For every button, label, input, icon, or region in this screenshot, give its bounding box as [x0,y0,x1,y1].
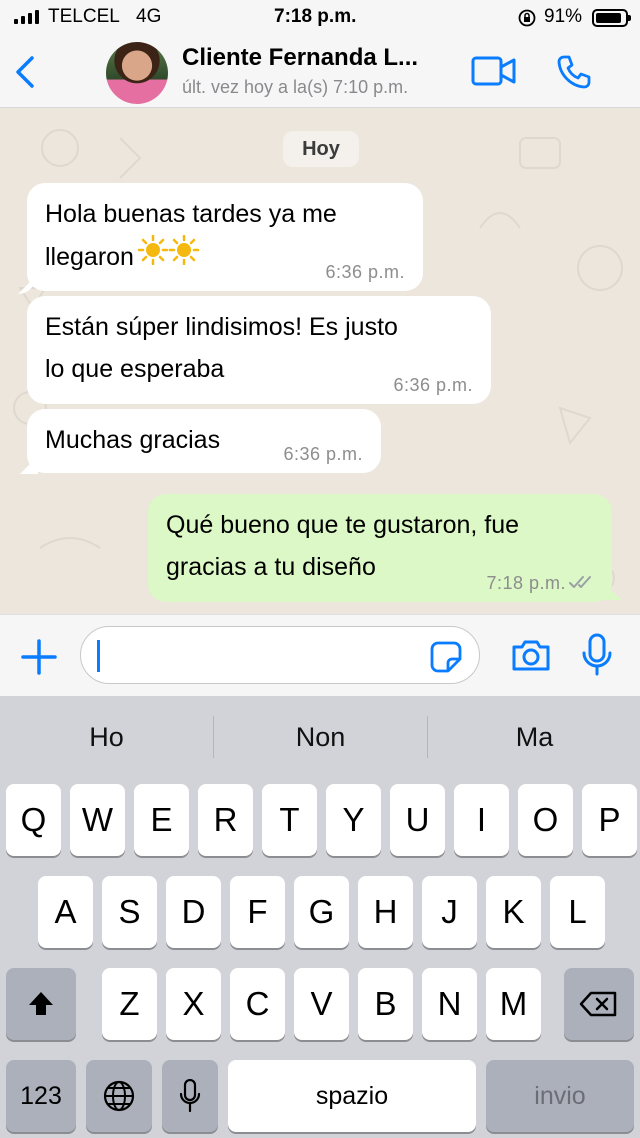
key-l[interactable]: L [550,876,605,948]
key-a[interactable]: A [38,876,93,948]
suggestion[interactable]: Ma [428,696,640,778]
backspace-icon [579,991,617,1017]
message-time: 6:36 p.m. [283,444,363,464]
message-incoming[interactable]: Muchas gracias 6:36 p.m. [27,409,381,473]
message-text: llegaron [45,242,134,271]
key-g[interactable]: G [294,876,349,948]
key-r[interactable]: R [198,784,253,856]
video-call-icon [471,56,516,86]
battery-percent: 91% [544,6,583,27]
sticker-icon [430,641,462,673]
key-w[interactable]: W [70,784,125,856]
key-n[interactable]: N [422,968,477,1040]
key-t[interactable]: T [262,784,317,856]
contact-name[interactable]: Cliente Fernanda L... [182,44,452,72]
return-key[interactable]: invio [486,1060,634,1132]
chevron-left-icon [16,56,34,88]
key-b[interactable]: B [358,968,413,1040]
suggestion[interactable]: Ho [0,696,213,778]
chat-header: Cliente Fernanda L... últ. vez hoy a la(… [0,36,640,108]
sticker-button[interactable] [429,640,463,679]
microphone-icon [179,1078,201,1113]
message-text: Hola buenas tardes ya me [45,200,337,228]
numbers-key[interactable]: 123 [6,1060,76,1132]
globe-key[interactable] [86,1060,152,1132]
predictive-bar: Ho Non Ma [0,696,640,778]
message-outgoing[interactable]: Qué bueno que te gustaron, fue gracias a… [148,494,612,602]
key-x[interactable]: X [166,968,221,1040]
globe-icon [103,1080,135,1112]
key-p[interactable]: P [582,784,637,856]
key-c[interactable]: C [230,968,285,1040]
message-time: 6:36 p.m. [393,375,473,395]
key-j[interactable]: J [422,876,477,948]
composer-bar [0,614,640,696]
voice-call-button[interactable] [556,54,592,95]
camera-icon [512,640,550,671]
avatar[interactable] [106,42,168,104]
message-incoming[interactable]: Hola buenas tardes ya me llegaron 6:36 p… [27,183,423,291]
back-button[interactable] [12,52,42,92]
clock: 7:18 p.m. [274,6,357,27]
shift-icon [29,992,53,1015]
message-incoming[interactable]: Están súper lindisimos! Es justo lo que … [27,296,491,404]
key-h[interactable]: H [358,876,413,948]
key-s[interactable]: S [102,876,157,948]
key-v[interactable]: V [294,968,349,1040]
orientation-lock-icon [518,9,536,32]
message-text: Están súper lindisimos! Es justo [45,313,398,341]
message-time: 7:18 p.m. [486,573,566,593]
message-time: 6:36 p.m. [325,262,405,282]
battery-icon [592,9,631,27]
status-bar: TELCEL 4G 7:18 p.m. 91% [0,0,640,36]
key-f[interactable]: F [230,876,285,948]
key-y[interactable]: Y [326,784,381,856]
last-seen-status: últ. vez hoy a la(s) 7:10 p.m. [182,77,409,97]
carrier-label: TELCEL [48,6,120,27]
suggestion[interactable]: Non [214,696,427,778]
video-call-button[interactable] [470,54,518,93]
network-label: 4G [136,6,162,27]
signal-icon [14,10,39,24]
key-z[interactable]: Z [102,968,157,1040]
space-key[interactable]: spazio [228,1060,476,1132]
message-input[interactable] [80,626,480,684]
dictation-key[interactable] [162,1060,218,1132]
key-q[interactable]: Q [6,784,61,856]
shift-key[interactable] [6,968,76,1040]
text-caret [97,640,100,672]
phone-icon [557,55,591,89]
key-u[interactable]: U [390,784,445,856]
microphone-icon [582,633,612,676]
delete-key[interactable] [564,968,634,1040]
key-e[interactable]: E [134,784,189,856]
key-m[interactable]: M [486,968,541,1040]
voice-message-button[interactable] [582,633,612,682]
key-o[interactable]: O [518,784,573,856]
key-k[interactable]: K [486,876,541,948]
message-text: Qué bueno que te gustaron, fue [166,511,520,539]
sun-emoji-icon [137,234,200,278]
plus-icon [21,639,57,675]
attach-button[interactable] [20,638,58,681]
camera-button[interactable] [510,637,552,678]
double-check-icon [569,576,591,588]
key-d[interactable]: D [166,876,221,948]
keyboard: Ho Non Ma QWERTYUIOP ASDFGHJKL ZXCVBNM 123… [0,696,640,1138]
date-separator: Hoy [283,131,359,167]
chat-area[interactable]: Hoy Hola buenas tardes ya me llegaron 6:… [0,108,640,614]
key-i[interactable]: I [454,784,509,856]
